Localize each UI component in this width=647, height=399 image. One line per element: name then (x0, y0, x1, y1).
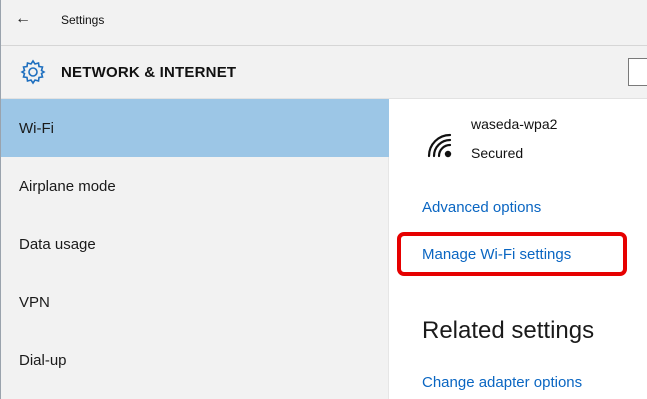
page-title: NETWORK & INTERNET (61, 64, 237, 81)
page-header: NETWORK & INTERNET (1, 46, 647, 99)
sidebar-item-label: Data usage (19, 235, 96, 253)
sidebar-item-label: Dial-up (19, 351, 67, 369)
sidebar-item-wifi[interactable]: Wi-Fi (1, 99, 389, 157)
sidebar-item-label: VPN (19, 293, 50, 311)
sidebar-item-vpn[interactable]: VPN (1, 273, 389, 331)
gear-icon (20, 59, 46, 85)
title-bar: ← Settings (1, 0, 647, 46)
advanced-options-link[interactable]: Advanced options (422, 199, 541, 216)
back-button[interactable]: ← (13, 9, 33, 29)
search-input[interactable] (628, 58, 647, 86)
change-adapter-options-link[interactable]: Change adapter options (422, 374, 582, 391)
sidebar-item-dial-up[interactable]: Dial-up (1, 331, 389, 389)
sidebar-item-data-usage[interactable]: Data usage (1, 215, 389, 273)
main-content: waseda-wpa2 Secured Advanced options Man… (389, 99, 647, 399)
sidebar-item-label: Wi-Fi (19, 119, 54, 137)
sidebar-item-label: Airplane mode (19, 177, 116, 195)
sidebar: Wi-Fi Airplane mode Data usage VPN Dial-… (1, 99, 389, 399)
back-arrow-icon: ← (15, 10, 31, 27)
settings-window: ← Settings NETWORK & INTERNET Wi-Fi Airp… (0, 0, 647, 399)
manage-wifi-settings-link[interactable]: Manage Wi-Fi settings (422, 246, 571, 263)
sidebar-item-airplane-mode[interactable]: Airplane mode (1, 157, 389, 215)
network-name: waseda-wpa2 (471, 116, 558, 132)
wifi-signal-icon (427, 133, 452, 158)
related-settings-heading: Related settings (422, 317, 595, 344)
window-title: Settings (61, 13, 105, 27)
network-status: Secured (471, 145, 524, 161)
